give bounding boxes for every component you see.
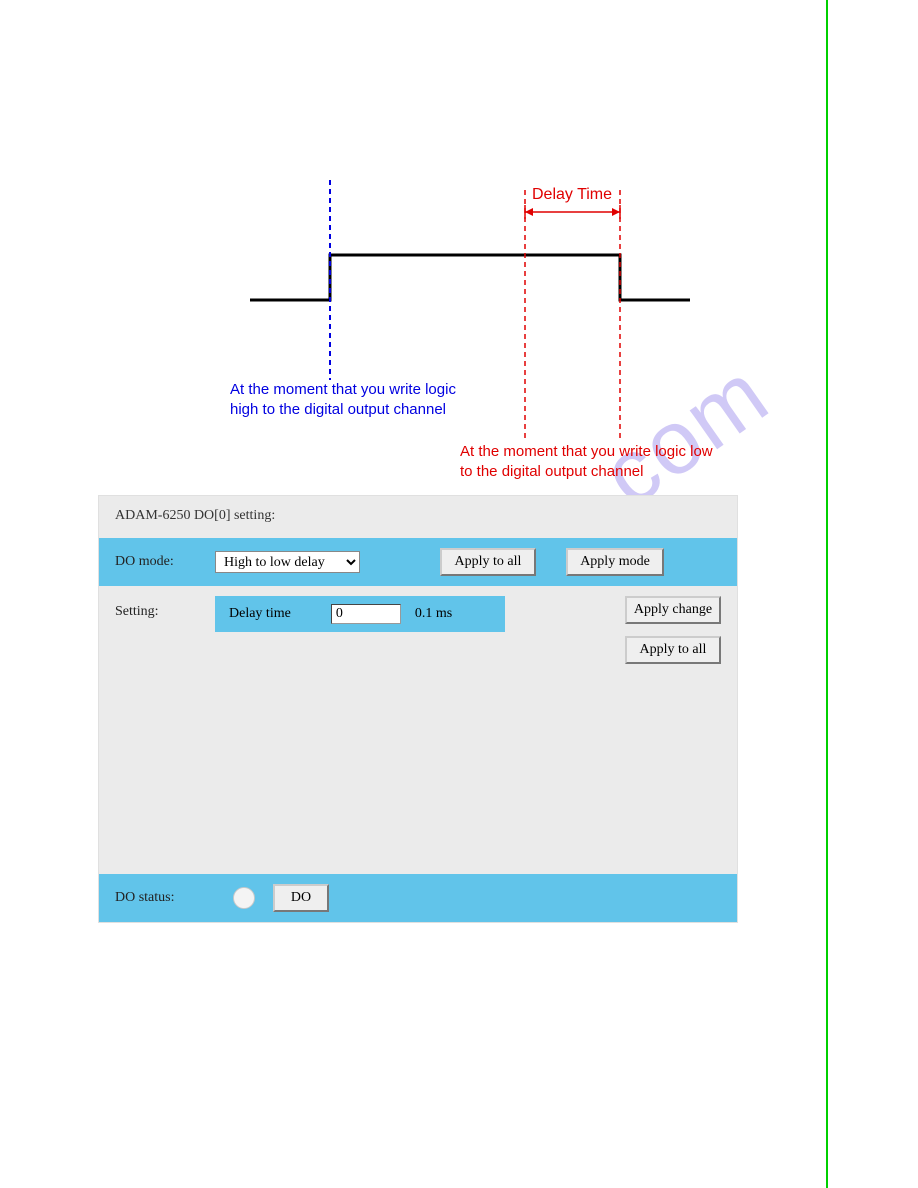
delay-time-input[interactable] (331, 604, 401, 624)
do-button[interactable]: DO (273, 884, 329, 912)
do-status-label: DO status: (115, 890, 215, 906)
blue-note: At the moment that you write logic high … (230, 380, 456, 419)
apply-change-button[interactable]: Apply change (625, 596, 721, 624)
do-mode-label: DO mode: (115, 554, 215, 570)
page: manualshive.com Delay Time At the moment… (0, 0, 918, 1188)
do-mode-select[interactable]: High to low delay (215, 551, 360, 573)
setting-label: Setting: (115, 596, 215, 620)
delay-time-label: Delay Time (532, 186, 612, 204)
setting-row: Setting: Delay time 0.1 ms Apply change … (99, 586, 737, 674)
blue-note-line1: At the moment that you write logic (230, 381, 456, 398)
apply-mode-button[interactable]: Apply mode (566, 548, 664, 576)
blue-note-line2: high to the digital output channel (230, 401, 446, 418)
do-status-row: DO status: DO (99, 874, 737, 922)
do-status-indicator-icon (233, 887, 255, 909)
settings-panel: ADAM-6250 DO[0] setting: DO mode: High t… (98, 495, 738, 923)
apply-to-all-setting-button[interactable]: Apply to all (625, 636, 721, 664)
apply-to-all-mode-button[interactable]: Apply to all (440, 548, 536, 576)
red-note-line1: At the moment that you write logic low (460, 443, 713, 460)
delay-time-cell: Delay time 0.1 ms (215, 596, 505, 632)
red-note-line2: to the digital output channel (460, 463, 643, 480)
do-mode-row: DO mode: High to low delay Apply to all … (99, 538, 737, 586)
panel-title: ADAM-6250 DO[0] setting: (99, 496, 737, 538)
timing-diagram: Delay Time At the moment that you write … (100, 180, 740, 490)
red-note: At the moment that you write logic low t… (460, 442, 713, 481)
panel-spacer (99, 674, 737, 874)
page-right-border (826, 0, 828, 1188)
delay-time-text: Delay time (229, 606, 291, 622)
setting-buttons: Apply change Apply to all (625, 596, 721, 664)
delay-time-unit: 0.1 ms (415, 606, 452, 622)
